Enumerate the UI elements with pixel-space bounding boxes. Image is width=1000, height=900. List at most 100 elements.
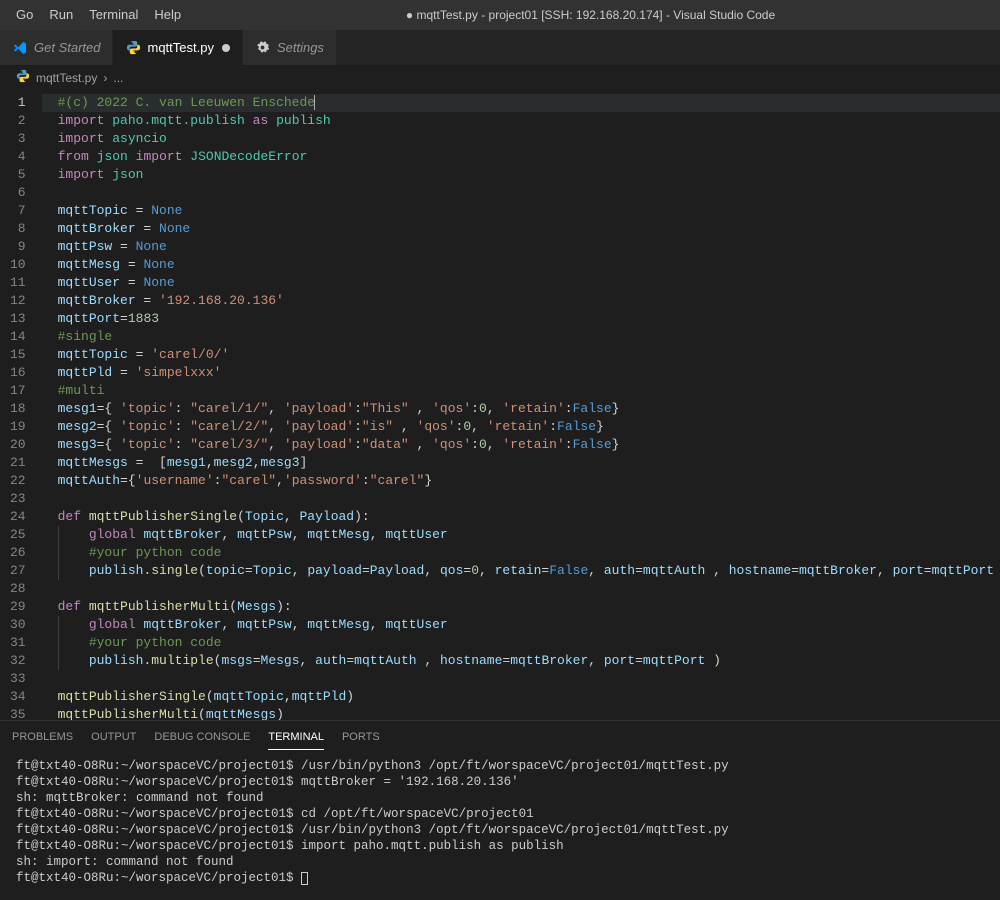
line-number[interactable]: 32	[10, 652, 26, 670]
line-number[interactable]: 29	[10, 598, 26, 616]
code-line[interactable]: mqttMesg = None	[42, 256, 1000, 274]
code-line[interactable]	[42, 670, 1000, 688]
breadcrumb-more[interactable]: ...	[113, 71, 123, 85]
tab-label: Settings	[277, 40, 324, 55]
code-area[interactable]: #(c) 2022 C. van Leeuwen Enschedeimport …	[42, 90, 1000, 720]
code-editor[interactable]: 1234567891011121314151617181920212223242…	[0, 90, 1000, 720]
code-line[interactable]: #(c) 2022 C. van Leeuwen Enschede	[42, 94, 1000, 112]
line-number[interactable]: 27	[10, 562, 26, 580]
line-number[interactable]: 8	[10, 220, 26, 238]
line-number[interactable]: 21	[10, 454, 26, 472]
line-number[interactable]: 22	[10, 472, 26, 490]
code-line[interactable]: publish.single(topic=Topic, payload=Payl…	[42, 562, 1000, 580]
line-number[interactable]: 18	[10, 400, 26, 418]
code-line[interactable]	[42, 580, 1000, 598]
tab-get-started[interactable]: Get Started	[0, 30, 113, 65]
terminal[interactable]: ft@txt40-O8Ru:~/worspaceVC/project01$ /u…	[0, 750, 1000, 900]
code-line[interactable]: import paho.mqtt.publish as publish	[42, 112, 1000, 130]
panel-tab-ports[interactable]: PORTS	[342, 725, 380, 750]
line-number[interactable]: 3	[10, 130, 26, 148]
code-line[interactable]: global mqttBroker, mqttPsw, mqttMesg, mq…	[42, 526, 1000, 544]
tab-label: Get Started	[34, 40, 100, 55]
breadcrumb-file[interactable]: mqttTest.py	[36, 71, 97, 85]
line-number[interactable]: 33	[10, 670, 26, 688]
panel-tabs: PROBLEMS OUTPUT DEBUG CONSOLE TERMINAL PORTS	[0, 721, 1000, 750]
terminal-line: ft@txt40-O8Ru:~/worspaceVC/project01$ mq…	[16, 774, 984, 790]
code-line[interactable]: mqttMesgs = [mesg1,mesg2,mesg3]	[42, 454, 1000, 472]
code-line[interactable]: def mqttPublisherMulti(Mesgs):	[42, 598, 1000, 616]
line-number[interactable]: 26	[10, 544, 26, 562]
line-number[interactable]: 12	[10, 292, 26, 310]
breadcrumb[interactable]: mqttTest.py › ...	[0, 65, 1000, 90]
menu-terminal[interactable]: Terminal	[81, 0, 146, 30]
code-line[interactable]: mqttBroker = None	[42, 220, 1000, 238]
line-number[interactable]: 24	[10, 508, 26, 526]
line-number[interactable]: 23	[10, 490, 26, 508]
code-line[interactable]: #your python code	[42, 634, 1000, 652]
line-number[interactable]: 7	[10, 202, 26, 220]
line-number[interactable]: 1	[10, 94, 26, 112]
code-line[interactable]	[42, 490, 1000, 508]
line-number[interactable]: 30	[10, 616, 26, 634]
code-line[interactable]: mesg2={ 'topic': "carel/2/", 'payload':"…	[42, 418, 1000, 436]
code-line[interactable]: mqttPublisherSingle(mqttTopic,mqttPld)	[42, 688, 1000, 706]
editor-tabs: Get Started mqttTest.py Settings	[0, 30, 1000, 65]
panel-tab-debug-console[interactable]: DEBUG CONSOLE	[154, 725, 250, 750]
tab-settings[interactable]: Settings	[243, 30, 337, 65]
code-line[interactable]: mqttTopic = 'carel/0/'	[42, 346, 1000, 364]
line-number[interactable]: 17	[10, 382, 26, 400]
code-line[interactable]: #your python code	[42, 544, 1000, 562]
panel-tab-output[interactable]: OUTPUT	[91, 725, 136, 750]
code-line[interactable]: mesg3={ 'topic': "carel/3/", 'payload':"…	[42, 436, 1000, 454]
line-number[interactable]: 34	[10, 688, 26, 706]
breadcrumb-sep: ›	[103, 71, 107, 85]
tab-label: mqttTest.py	[147, 40, 213, 55]
line-number[interactable]: 20	[10, 436, 26, 454]
code-line[interactable]: mqttAuth={'username':"carel",'password':…	[42, 472, 1000, 490]
code-line[interactable]: mqttPld = 'simpelxxx'	[42, 364, 1000, 382]
line-number[interactable]: 25	[10, 526, 26, 544]
code-line[interactable]: mqttUser = None	[42, 274, 1000, 292]
panel-tab-terminal[interactable]: TERMINAL	[268, 725, 324, 750]
line-number[interactable]: 13	[10, 310, 26, 328]
line-number[interactable]: 14	[10, 328, 26, 346]
panel-tab-problems[interactable]: PROBLEMS	[12, 725, 73, 750]
line-number[interactable]: 19	[10, 418, 26, 436]
line-number[interactable]: 31	[10, 634, 26, 652]
line-number[interactable]: 4	[10, 148, 26, 166]
code-line[interactable]: def mqttPublisherSingle(Topic, Payload):	[42, 508, 1000, 526]
line-number[interactable]: 2	[10, 112, 26, 130]
code-line[interactable]: mqttPort=1883	[42, 310, 1000, 328]
line-gutter[interactable]: 1234567891011121314151617181920212223242…	[0, 90, 42, 720]
code-line[interactable]: mqttBroker = '192.168.20.136'	[42, 292, 1000, 310]
terminal-line: ft@txt40-O8Ru:~/worspaceVC/project01$ im…	[16, 838, 984, 854]
line-number[interactable]: 5	[10, 166, 26, 184]
code-line[interactable]: mesg1={ 'topic': "carel/1/", 'payload':"…	[42, 400, 1000, 418]
code-line[interactable]: mqttTopic = None	[42, 202, 1000, 220]
tab-mqtttest.py[interactable]: mqttTest.py	[113, 30, 242, 65]
code-line[interactable]	[42, 184, 1000, 202]
code-line[interactable]: import asyncio	[42, 130, 1000, 148]
dirty-indicator-icon[interactable]	[222, 44, 230, 52]
terminal-line: sh: mqttBroker: command not found	[16, 790, 984, 806]
line-number[interactable]: 9	[10, 238, 26, 256]
line-number[interactable]: 11	[10, 274, 26, 292]
code-line[interactable]: mqttPublisherMulti(mqttMesgs)	[42, 706, 1000, 720]
line-number[interactable]: 28	[10, 580, 26, 598]
line-number[interactable]: 6	[10, 184, 26, 202]
code-line[interactable]: mqttPsw = None	[42, 238, 1000, 256]
code-line[interactable]: global mqttBroker, mqttPsw, mqttMesg, mq…	[42, 616, 1000, 634]
menu-go[interactable]: Go	[8, 0, 41, 30]
code-line[interactable]: #multi	[42, 382, 1000, 400]
menu-help[interactable]: Help	[146, 0, 189, 30]
line-number[interactable]: 15	[10, 346, 26, 364]
text-cursor	[314, 95, 315, 110]
code-line[interactable]: #single	[42, 328, 1000, 346]
code-line[interactable]: import json	[42, 166, 1000, 184]
line-number[interactable]: 16	[10, 364, 26, 382]
line-number[interactable]: 35	[10, 706, 26, 720]
menu-run[interactable]: Run	[41, 0, 81, 30]
code-line[interactable]: publish.multiple(msgs=Mesgs, auth=mqttAu…	[42, 652, 1000, 670]
code-line[interactable]: from json import JSONDecodeError	[42, 148, 1000, 166]
line-number[interactable]: 10	[10, 256, 26, 274]
